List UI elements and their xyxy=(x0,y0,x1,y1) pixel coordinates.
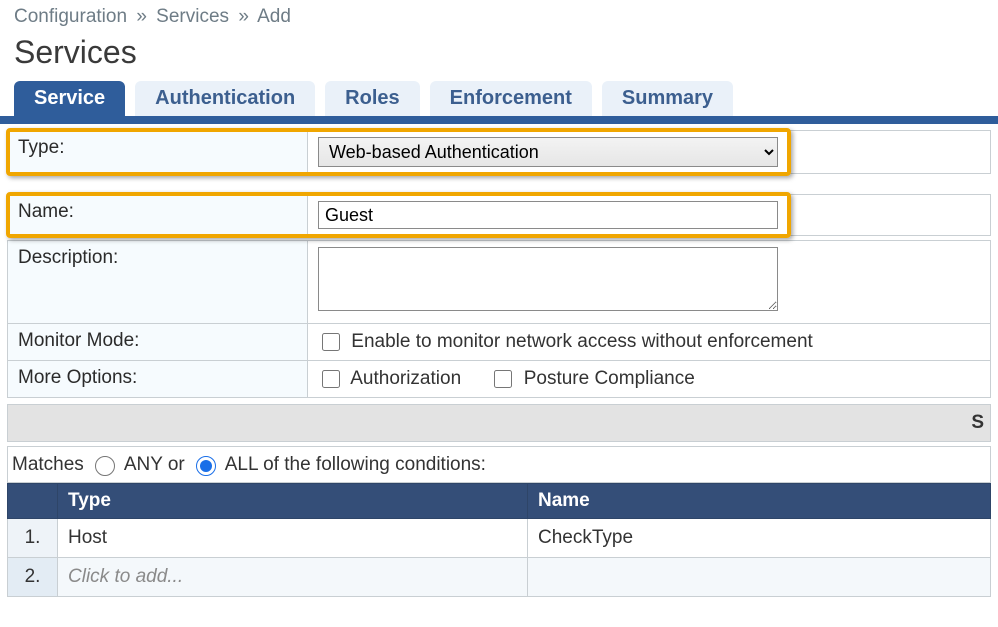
breadcrumb-item-configuration[interactable]: Configuration xyxy=(14,6,127,27)
breadcrumb-sep: » xyxy=(136,6,147,27)
breadcrumb-item-add: Add xyxy=(257,6,291,27)
matches-all-label: ALL of the following conditions: xyxy=(225,454,486,476)
tab-service[interactable]: Service xyxy=(14,81,125,116)
name-input[interactable] xyxy=(318,201,778,229)
matches-any-label: ANY or xyxy=(124,454,185,476)
breadcrumb-sep: » xyxy=(238,6,249,27)
section-header-bar: S xyxy=(7,404,991,442)
posture-checkbox[interactable] xyxy=(494,370,512,388)
cond-row2-num: 2. xyxy=(8,558,58,597)
tab-summary[interactable]: Summary xyxy=(602,81,733,116)
cond-row2-name[interactable] xyxy=(528,558,991,597)
tab-enforcement[interactable]: Enforcement xyxy=(430,81,592,116)
table-row[interactable]: 2. Click to add... xyxy=(8,558,991,597)
tab-roles[interactable]: Roles xyxy=(325,81,419,116)
monitor-mode-label: Monitor Mode: xyxy=(8,324,308,361)
matches-row: Matches ANY or ALL of the following cond… xyxy=(7,446,991,483)
cond-header-name: Name xyxy=(528,484,991,519)
monitor-mode-checkbox[interactable] xyxy=(322,333,340,351)
description-textarea[interactable] xyxy=(318,247,778,311)
posture-option[interactable]: Posture Compliance xyxy=(490,368,694,389)
breadcrumb-item-services[interactable]: Services xyxy=(156,6,229,27)
page-title: Services xyxy=(14,34,984,71)
monitor-mode-option[interactable]: Enable to monitor network access without… xyxy=(318,331,813,352)
cond-row1-num: 1. xyxy=(8,519,58,558)
tab-authentication[interactable]: Authentication xyxy=(135,81,315,116)
authorization-option[interactable]: Authorization xyxy=(318,368,466,389)
conditions-table: Type Name 1. Host CheckType 2. Click to … xyxy=(7,483,991,597)
cond-row1-name[interactable]: CheckType xyxy=(528,519,991,558)
cond-header-num xyxy=(8,484,58,519)
cond-header-type: Type xyxy=(58,484,528,519)
breadcrumb: Configuration » Services » Add xyxy=(0,0,998,30)
type-select[interactable]: Web-based Authentication xyxy=(318,137,778,167)
section-header-cutoff: S xyxy=(971,412,984,434)
table-row[interactable]: 1. Host CheckType xyxy=(8,519,991,558)
name-label: Name: xyxy=(8,195,308,236)
tabs: Service Authentication Roles Enforcement… xyxy=(0,81,998,124)
authorization-text: Authorization xyxy=(350,368,461,389)
matches-any-radio[interactable] xyxy=(95,456,115,476)
type-label: Type: xyxy=(8,131,308,174)
more-options-label: More Options: xyxy=(8,361,308,398)
cond-row1-type[interactable]: Host xyxy=(58,519,528,558)
cond-row2-add[interactable]: Click to add... xyxy=(58,558,528,597)
posture-text: Posture Compliance xyxy=(524,368,695,389)
authorization-checkbox[interactable] xyxy=(322,370,340,388)
matches-prefix: Matches xyxy=(12,454,84,476)
description-label: Description: xyxy=(8,241,308,324)
matches-all-radio[interactable] xyxy=(196,456,216,476)
monitor-mode-text: Enable to monitor network access without… xyxy=(351,331,813,352)
